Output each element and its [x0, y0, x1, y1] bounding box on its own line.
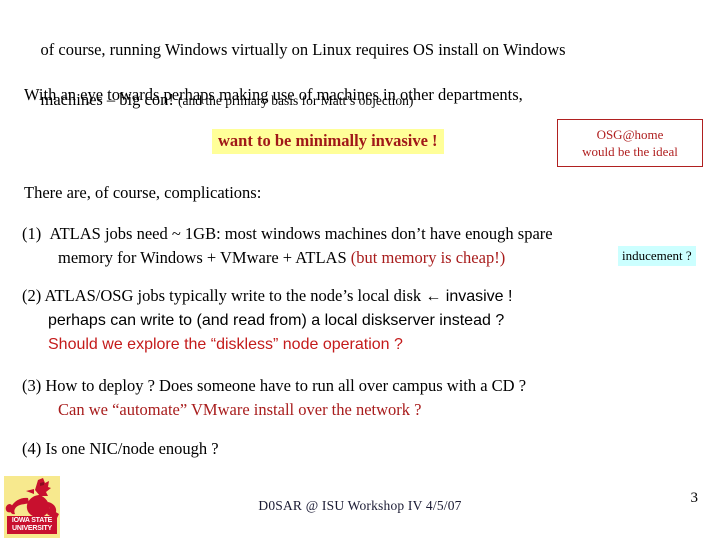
item-3-line-2: Can we “automate” VMware install over th…: [58, 400, 422, 419]
item-4-marker: (4): [22, 439, 42, 458]
item-1-line-1: ATLAS jobs need ~ 1GB: most windows mach…: [49, 224, 553, 243]
eye-towards-paragraph: With an eye towards perhaps making use o…: [24, 85, 523, 104]
slide-canvas: of course, running Windows virtually on …: [0, 0, 720, 540]
item-4-line-1: Is one NIC/node enough ?: [45, 439, 219, 458]
complication-item-2: (2) ATLAS/OSG jobs typically write to th…: [22, 284, 712, 357]
isu-wordmark-line-1: IOWA STATE: [11, 517, 53, 524]
isu-wordmark-line-2: UNIVERSITY: [11, 525, 52, 532]
complications-heading: There are, of course, complications:: [24, 183, 262, 202]
item-2-line-1-sans: ← invasive !: [425, 288, 513, 305]
item-1-line-2-main: memory for Windows + VMware + ATLAS: [58, 248, 351, 267]
complication-item-3: (3) How to deploy ? Does someone have to…: [22, 374, 712, 422]
item-3-marker: (3): [22, 376, 42, 395]
item-2-line-3: Should we explore the “diskless” node op…: [48, 336, 403, 353]
inducement-highlight-chip: inducement ?: [618, 246, 696, 266]
complication-item-4: (4) Is one NIC/node enough ?: [22, 437, 712, 461]
item-2-line-1-serif: ATLAS/OSG jobs typically write to the no…: [44, 286, 426, 305]
item-1-line-2-red: (but memory is cheap!): [350, 248, 506, 267]
item-1-marker: (1): [22, 224, 42, 243]
page-number: 3: [690, 490, 699, 506]
item-2-marker: (2): [22, 286, 42, 305]
intro-line-1: of course, running Windows virtually on …: [40, 40, 566, 59]
isu-wordmark: IOWA STATE UNIVERSITY: [7, 516, 57, 534]
osg-box-line-1: OSG@home: [596, 127, 664, 142]
iowa-state-university-logo: IOWA STATE UNIVERSITY: [4, 476, 60, 538]
minimally-invasive-callout: want to be minimally invasive !: [212, 129, 444, 154]
osg-at-home-box: OSG@home would be the ideal: [557, 119, 703, 167]
complication-item-1: (1) ATLAS jobs need ~ 1GB: most windows …: [22, 222, 712, 270]
footer-conference-label: D0SAR @ ISU Workshop IV 4/5/07: [258, 498, 462, 513]
item-2-line-2: perhaps can write to (and read from) a l…: [48, 312, 505, 329]
item-3-line-1: How to deploy ? Does someone have to run…: [45, 376, 527, 395]
osg-box-line-2: would be the ideal: [582, 144, 678, 159]
